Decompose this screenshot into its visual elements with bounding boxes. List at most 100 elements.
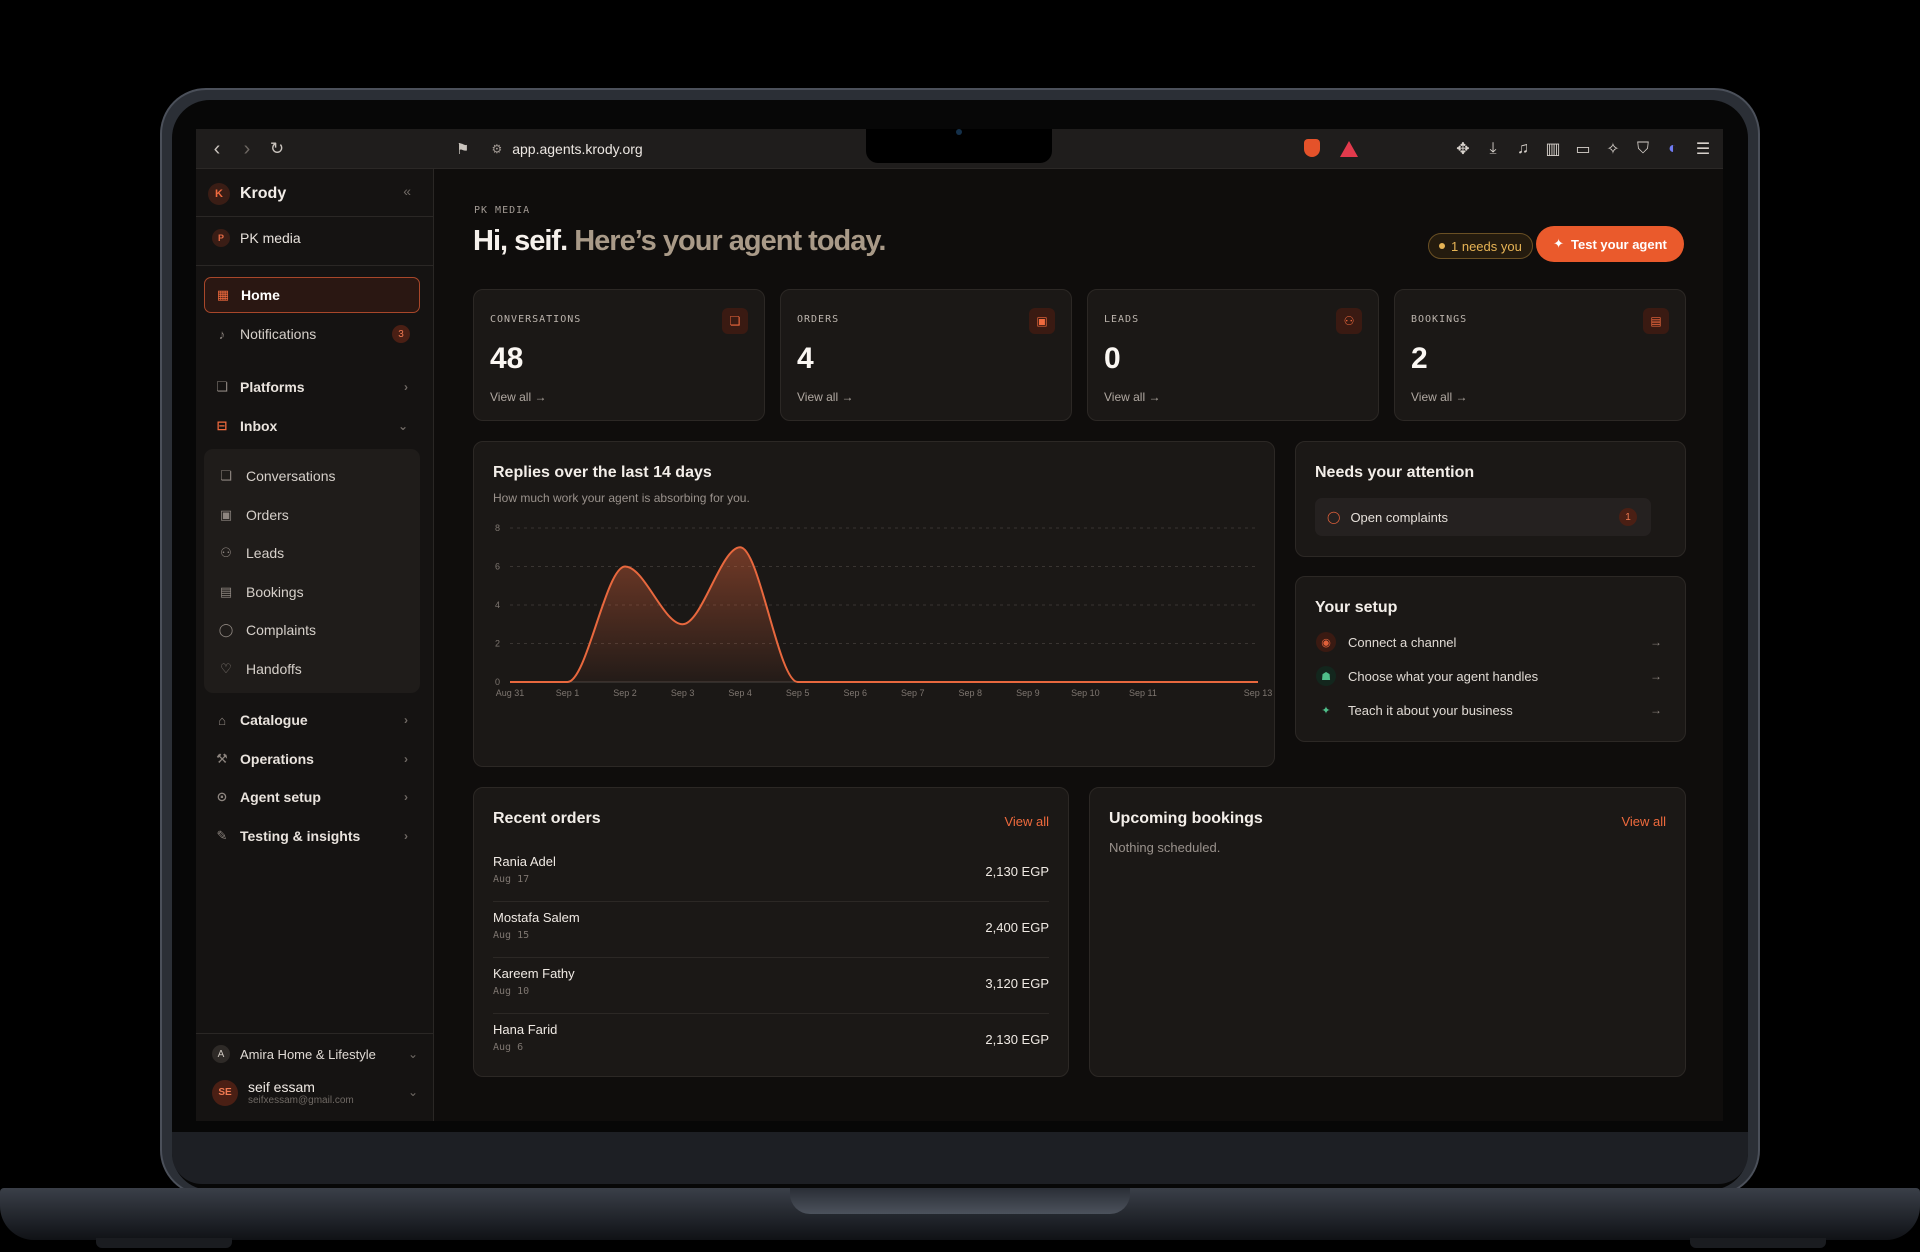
chevron-down-icon: ⌄ xyxy=(407,1047,418,1061)
x-tick-label: Sep 8 xyxy=(959,688,983,698)
media-icon[interactable]: ♫ xyxy=(1513,140,1533,158)
url-text[interactable]: app.agents.krody.org xyxy=(512,141,643,157)
wallet-icon[interactable]: ▭ xyxy=(1573,139,1593,159)
camera-icon xyxy=(956,129,962,135)
sidebar-item-label: Inbox xyxy=(240,418,278,434)
sidebar-item-orders[interactable]: ▣ Orders xyxy=(218,500,289,530)
extensions-icon[interactable]: ✥ xyxy=(1453,139,1473,159)
sidebar-item-notifications[interactable]: ♪ Notifications 3 xyxy=(204,316,420,352)
sidebar-item-complaints[interactable]: ◯ Complaints xyxy=(218,615,316,645)
sidebar-icon[interactable]: ▥ xyxy=(1543,139,1563,159)
orders-view-all-link[interactable]: View all xyxy=(1004,814,1049,829)
bookmark-icon[interactable]: ⚑ xyxy=(456,140,469,158)
workspace-name: PK media xyxy=(240,230,301,246)
stat-label: BOOKINGS xyxy=(1411,314,1468,325)
sidebar-item-label: Home xyxy=(241,287,280,303)
browser-toolbar: ‹ › ↻ ⚑ ⚙ app.agents.krody.org ✥ ⤓ ♫ ▥ ▭… xyxy=(196,129,1723,169)
sidebar-item-inbox[interactable]: ⊟ Inbox ⌄ xyxy=(204,408,420,444)
chevron-right-icon: › xyxy=(404,713,408,727)
table-row[interactable]: Hana Farid Aug 6 2,130 EGP xyxy=(493,1014,1049,1070)
needs-you-pill[interactable]: 1 needs you xyxy=(1428,233,1533,259)
stat-value: 0 xyxy=(1104,342,1121,375)
pin-icon: ◉ xyxy=(1316,632,1336,652)
sidebar-item-agent-setup[interactable]: ⊙ Agent setup › xyxy=(204,779,420,815)
brand[interactable]: K Krody xyxy=(208,181,286,207)
sidebar-item-label: Handoffs xyxy=(246,661,302,677)
order-amount: 2,130 EGP xyxy=(985,1032,1049,1047)
y-tick-label: 0 xyxy=(495,677,500,687)
sidebar-item-operations[interactable]: ⚒ Operations › xyxy=(204,741,420,777)
vpn-icon[interactable]: ⛉ xyxy=(1633,140,1653,158)
upcoming-bookings-card: Upcoming bookings View all Nothing sched… xyxy=(1089,787,1686,1077)
greeting-tagline: Here’s your agent today. xyxy=(574,225,886,257)
reload-icon[interactable]: ↻ xyxy=(262,134,292,164)
table-row[interactable]: Kareem Fathy Aug 10 3,120 EGP xyxy=(493,958,1049,1014)
x-tick-label: Sep 10 xyxy=(1071,688,1100,698)
sidebar-divider xyxy=(196,265,434,266)
leo-icon[interactable]: ✧ xyxy=(1603,139,1623,159)
x-tick-label: Sep 5 xyxy=(786,688,810,698)
recent-orders-title: Recent orders xyxy=(493,810,601,827)
brave-rewards-icon[interactable] xyxy=(1340,141,1358,157)
collapse-sidebar-icon[interactable]: « xyxy=(403,183,411,199)
table-row[interactable]: Mostafa Salem Aug 15 2,400 EGP xyxy=(493,902,1049,958)
view-all-link[interactable]: View all → xyxy=(797,390,853,404)
calendar-icon: ▤ xyxy=(1643,308,1669,334)
brave-shields-icon[interactable] xyxy=(1304,139,1320,157)
sidebar-item-home[interactable]: ▦ Home xyxy=(204,277,420,313)
setup-item-agent-handles[interactable]: ☗ Choose what your agent handles → xyxy=(1316,664,1662,688)
account-switcher[interactable]: A Amira Home & Lifestyle ⌄ xyxy=(212,1045,418,1063)
setup-item-label: Choose what your agent handles xyxy=(1348,668,1539,684)
main-content: PK MEDIA Hi, seif. Here’s your agent tod… xyxy=(435,169,1723,1121)
x-tick-label: Sep 1 xyxy=(556,688,580,698)
site-settings-icon[interactable]: ⚙ xyxy=(491,142,502,156)
account-avatar: A xyxy=(212,1045,230,1063)
order-customer: Rania Adel xyxy=(493,854,556,869)
sidebar-item-testing-insights[interactable]: ✎ Testing & insights › xyxy=(204,818,420,854)
sidebar: K Krody « P PK media ▦ Home ♪ Notificati… xyxy=(196,169,434,1121)
stat-card-conversations[interactable]: CONVERSATIONS ❏ 48 View all → xyxy=(473,289,765,421)
stat-card-bookings[interactable]: BOOKINGS ▤ 2 View all → xyxy=(1394,289,1686,421)
view-all-link[interactable]: View all → xyxy=(1104,390,1160,404)
sidebar-item-bookings[interactable]: ▤ Bookings xyxy=(218,577,304,607)
y-tick-label: 2 xyxy=(495,639,500,649)
sidebar-item-conversations[interactable]: ❏ Conversations xyxy=(218,461,335,491)
bag-icon: ▣ xyxy=(1029,308,1055,334)
chevron-down-icon: ⌄ xyxy=(407,1085,418,1099)
arrow-right-icon: → xyxy=(1650,703,1662,717)
sidebar-item-handoffs[interactable]: ♡ Handoffs xyxy=(218,654,302,684)
menu-icon[interactable]: ☰ xyxy=(1693,139,1713,159)
sidebar-item-label: Orders xyxy=(246,507,289,523)
view-all-link[interactable]: View all → xyxy=(490,390,546,404)
order-amount: 3,120 EGP xyxy=(985,976,1049,991)
order-amount: 2,130 EGP xyxy=(985,864,1049,879)
sidebar-item-label: Bookings xyxy=(246,584,304,600)
back-icon[interactable]: ‹ xyxy=(202,134,232,164)
bookings-view-all-link[interactable]: View all xyxy=(1621,814,1666,829)
download-icon[interactable]: ⤓ xyxy=(1483,140,1503,158)
test-agent-button[interactable]: ✦ Test your agent xyxy=(1536,226,1684,262)
sidebar-item-platforms[interactable]: ❏ Platforms › xyxy=(204,369,420,405)
user-name: seif essam xyxy=(248,1079,315,1095)
sparkle-icon: ✦ xyxy=(1553,236,1565,251)
sidebar-item-label: Platforms xyxy=(240,379,305,395)
stat-card-orders[interactable]: ORDERS ▣ 4 View all → xyxy=(780,289,1072,421)
forward-icon[interactable]: › xyxy=(232,134,262,164)
brand-name: Krody xyxy=(240,185,287,202)
table-row[interactable]: Rania Adel Aug 17 2,130 EGP xyxy=(493,846,1049,902)
setup-item-connect-channel[interactable]: ◉ Connect a channel → xyxy=(1316,630,1662,654)
brand-logo: K xyxy=(208,183,230,205)
workspace-switcher[interactable]: P PK media xyxy=(212,229,301,247)
sidebar-item-catalogue[interactable]: ⌂ Catalogue › xyxy=(204,702,420,738)
settings-icon: ⊙ xyxy=(216,789,228,804)
profile-icon[interactable]: ◐ xyxy=(1663,140,1683,158)
view-all-link[interactable]: View all → xyxy=(1411,390,1467,404)
open-complaints-row[interactable]: ◯ Open complaints 1 xyxy=(1315,498,1651,536)
setup-item-teach-business[interactable]: ✦ Teach it about your business → xyxy=(1316,698,1662,722)
stat-card-leads[interactable]: LEADS ⚇ 0 View all → xyxy=(1087,289,1379,421)
sidebar-item-leads[interactable]: ⚇ Leads xyxy=(218,538,284,568)
order-amount: 2,400 EGP xyxy=(985,920,1049,935)
user-menu[interactable]: SE seif essam seifxessam@gmail.com ⌄ xyxy=(212,1079,418,1106)
order-customer: Hana Farid xyxy=(493,1022,558,1037)
order-date: Aug 15 xyxy=(493,930,530,941)
